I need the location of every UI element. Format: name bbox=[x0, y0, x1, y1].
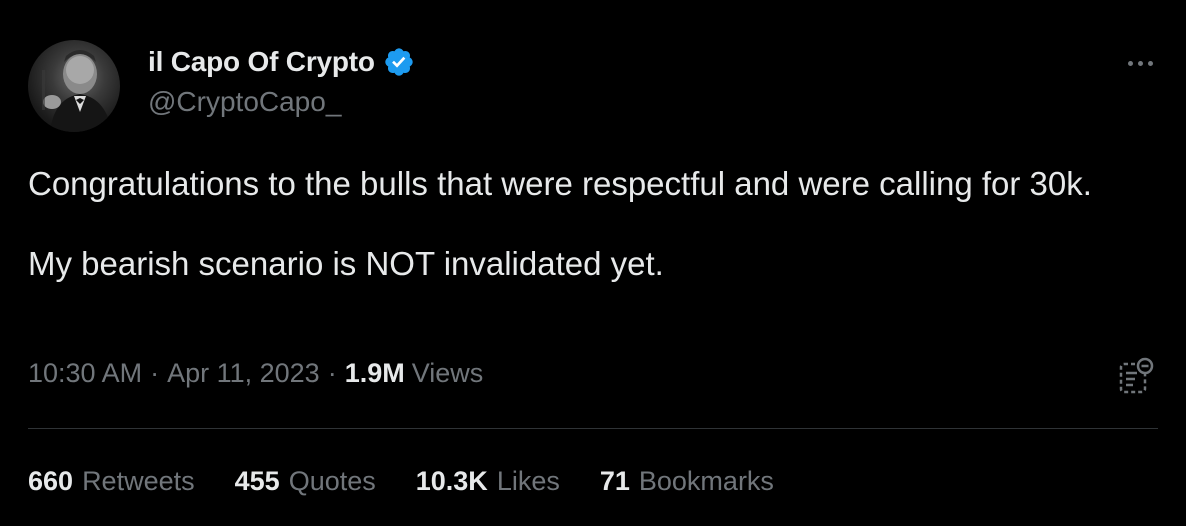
quotes-label: Quotes bbox=[288, 466, 376, 496]
engagement-stats: 660 Retweets 455 Quotes 10.3K Likes 71 B… bbox=[28, 466, 814, 497]
bookmarks-stat[interactable]: 71 Bookmarks bbox=[600, 466, 774, 497]
avatar-portrait-icon bbox=[42, 50, 112, 132]
tweet-body: Congratulations to the bulls that were r… bbox=[28, 164, 1138, 284]
bookmarks-label: Bookmarks bbox=[638, 466, 774, 496]
bookmarks-count: 71 bbox=[599, 466, 630, 496]
more-dot bbox=[1137, 60, 1143, 66]
likes-label: Likes bbox=[496, 466, 560, 496]
author-display-name[interactable]: il Capo Of Crypto bbox=[148, 46, 375, 78]
tweet-card: il Capo Of Crypto @CryptoCapo_ Congratul… bbox=[0, 0, 1186, 526]
verified-badge-icon[interactable] bbox=[383, 46, 415, 78]
quotes-stat[interactable]: 455 Quotes bbox=[235, 466, 376, 497]
tweet-meta: 10:30 AM · Apr 11, 2023 · 1.9M Views bbox=[28, 358, 483, 389]
views-label: Views bbox=[411, 358, 484, 388]
divider bbox=[28, 428, 1158, 429]
more-options-icon[interactable] bbox=[1120, 48, 1160, 78]
retweets-label: Retweets bbox=[82, 466, 195, 496]
avatar[interactable] bbox=[28, 40, 120, 132]
meta-separator: · bbox=[150, 358, 160, 388]
views-count: 1.9M bbox=[344, 358, 405, 388]
tweet-time[interactable]: 10:30 AM bbox=[28, 358, 142, 389]
author-name-row: il Capo Of Crypto bbox=[148, 44, 415, 80]
meta-separator: · bbox=[327, 358, 337, 388]
tweet-paragraph: My bearish scenario is NOT invalidated y… bbox=[28, 245, 664, 282]
tweet-paragraph: Congratulations to the bulls that were r… bbox=[28, 165, 1092, 202]
likes-count: 10.3K bbox=[415, 466, 488, 496]
retweets-stat[interactable]: 660 Retweets bbox=[28, 466, 195, 497]
more-dot bbox=[1147, 60, 1153, 66]
author-handle[interactable]: @CryptoCapo_ bbox=[148, 86, 341, 118]
more-dot bbox=[1127, 60, 1133, 66]
quotes-count: 455 bbox=[234, 466, 280, 496]
analytics-icon[interactable] bbox=[1116, 356, 1156, 396]
retweets-count: 660 bbox=[28, 466, 74, 496]
likes-stat[interactable]: 10.3K Likes bbox=[416, 466, 560, 497]
tweet-date[interactable]: Apr 11, 2023 bbox=[167, 358, 320, 389]
